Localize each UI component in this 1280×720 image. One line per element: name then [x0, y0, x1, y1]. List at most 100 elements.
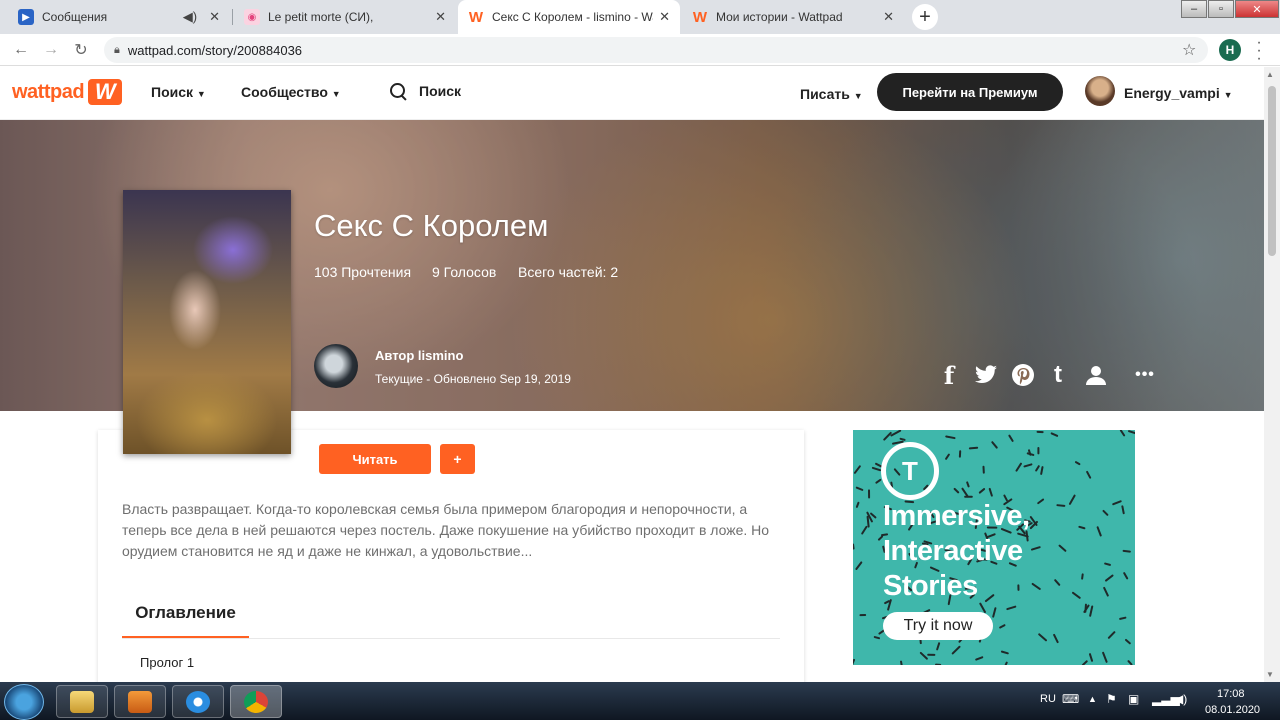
power-icon[interactable]: ▣ — [1128, 692, 1139, 706]
browser-menu-icon[interactable]: · · · — [1254, 35, 1264, 67]
browser-profile-avatar[interactable]: H — [1219, 39, 1241, 61]
media-player-taskbar-icon[interactable] — [114, 685, 166, 718]
site-search[interactable]: Поиск — [389, 82, 461, 100]
write-label: Писать — [800, 86, 850, 102]
bookmark-star-icon[interactable]: ☆ — [1182, 40, 1196, 60]
search-label: Поиск — [419, 83, 462, 99]
back-arrow-icon[interactable]: ← — [10, 39, 32, 61]
window-close-icon[interactable]: ✕ — [1235, 0, 1279, 18]
reload-icon[interactable]: ↻ — [70, 39, 92, 61]
keyboard-icon[interactable]: ⌨ — [1062, 692, 1079, 706]
ad-confetti-dash — [1096, 526, 1102, 537]
chevron-down-icon: ▼ — [196, 89, 206, 99]
write-dropdown[interactable]: Писать ▼ — [800, 86, 863, 102]
speaker-mute-icon[interactable]: ◀) — [183, 9, 197, 25]
lock-icon: 🔒︎ — [114, 43, 120, 56]
chevron-down-icon: ▼ — [331, 89, 341, 99]
chapter-link[interactable]: Пролог 1 — [140, 655, 194, 670]
ad-confetti-dash — [979, 602, 986, 613]
search-icon — [389, 82, 407, 100]
clock-time[interactable]: 17:08 — [1217, 688, 1245, 700]
scroll-up-icon[interactable]: ▲ — [1266, 70, 1274, 79]
premium-button[interactable]: Перейти на Премиум — [877, 73, 1063, 111]
close-icon[interactable]: ✕ — [659, 9, 670, 25]
ad-confetti-dash — [945, 453, 950, 460]
browser-tab-le-petit-morte[interactable]: ◉ Le petit morte (СИ), ✕ — [234, 2, 456, 32]
ad-confetti-dash — [1053, 633, 1059, 644]
reads-count: 103 Прочтения — [314, 264, 412, 280]
facebook-icon[interactable]: f — [940, 361, 958, 390]
scroll-thumb[interactable] — [1268, 86, 1276, 256]
maximize-icon[interactable]: ▫ — [1208, 0, 1234, 18]
ad-confetti-dash — [1071, 591, 1081, 599]
start-button-icon[interactable] — [4, 684, 44, 720]
minimize-icon[interactable]: – — [1181, 0, 1207, 18]
ad-confetti-dash — [1122, 549, 1131, 553]
author-link[interactable]: Автор lismino — [375, 348, 463, 363]
tray-expand-icon[interactable]: ▲ — [1088, 694, 1097, 704]
parts-count: Всего частей: 2 — [518, 264, 619, 280]
ad-confetti-dash — [855, 561, 863, 570]
advertisement-banner[interactable]: T Immersive, Interactive Stories Try it … — [853, 430, 1135, 665]
add-to-library-button[interactable]: + — [440, 444, 475, 474]
ad-confetti-dash — [988, 487, 993, 497]
chevron-down-icon: ▼ — [853, 91, 863, 101]
nav-search-dropdown[interactable]: Поиск ▼ — [151, 84, 206, 100]
user-share-icon[interactable] — [1083, 362, 1109, 388]
forward-arrow-icon[interactable]: → — [40, 39, 62, 61]
ad-try-button[interactable]: Try it now — [883, 612, 993, 640]
nav-community-dropdown[interactable]: Сообщество ▼ — [241, 84, 341, 100]
ad-confetti-dash — [1031, 582, 1041, 590]
ad-confetti-dash — [1112, 500, 1122, 506]
close-icon[interactable]: ✕ — [435, 9, 446, 25]
wattpad-favicon-icon: W — [468, 8, 484, 26]
story-cover-image[interactable] — [123, 190, 291, 454]
tumblr-icon[interactable]: t — [1048, 361, 1068, 388]
ad-confetti-dash — [1058, 544, 1067, 552]
new-tab-button[interactable]: + — [912, 4, 938, 30]
video-favicon-icon: ▶ — [18, 9, 34, 25]
language-indicator[interactable]: RU — [1040, 693, 1056, 705]
user-menu[interactable]: Energy_vampi ▼ — [1124, 85, 1233, 101]
volume-icon[interactable]: ◀) — [1174, 692, 1187, 706]
ad-confetti-dash — [900, 660, 903, 665]
ad-confetti-dash — [1127, 660, 1133, 665]
author-avatar[interactable] — [314, 344, 358, 388]
action-center-flag-icon[interactable]: ⚑ — [1106, 692, 1117, 706]
tab-table-of-contents[interactable]: Оглавление — [122, 601, 249, 639]
browser-tab-messages[interactable]: ▶ Сообщения ◀) ✕ — [8, 2, 230, 32]
browser-tab-story-active[interactable]: W Секс С Королем - lismino - Watt ✕ — [458, 0, 680, 34]
ad-confetti-dash — [1128, 430, 1135, 435]
nav-search-label: Поиск — [151, 84, 194, 100]
twitter-icon[interactable] — [972, 362, 1000, 388]
chrome-taskbar-icon[interactable] — [230, 685, 282, 718]
clock-date[interactable]: 08.01.2020 — [1205, 704, 1260, 716]
ad-confetti-dash — [975, 656, 984, 661]
scroll-down-icon[interactable]: ▼ — [1266, 670, 1274, 679]
ad-confetti-dash — [992, 607, 997, 618]
close-icon[interactable]: ✕ — [209, 9, 220, 25]
tab-title: Секс С Королем - lismino - Watt — [492, 10, 654, 24]
ad-confetti-dash — [1068, 494, 1076, 505]
logo-mark-icon: W — [88, 79, 123, 105]
ad-confetti-dash — [1040, 466, 1044, 475]
ad-confetti-dash — [875, 478, 882, 484]
site-header: wattpad W Поиск ▼ Сообщество ▼ Поиск Пис… — [0, 67, 1264, 120]
ad-confetti-dash — [853, 543, 855, 550]
more-options-icon[interactable]: ••• — [1130, 362, 1160, 388]
ad-confetti-dash — [1056, 504, 1066, 507]
ad-confetti-dash — [861, 525, 868, 535]
internet-explorer-taskbar-icon[interactable] — [172, 685, 224, 718]
avatar[interactable] — [1085, 76, 1115, 106]
close-icon[interactable]: ✕ — [883, 9, 894, 25]
ad-confetti-dash — [951, 645, 961, 655]
ad-confetti-dash — [984, 594, 995, 603]
logo-text: wattpad — [12, 80, 85, 103]
ad-confetti-dash — [1023, 463, 1033, 468]
explorer-taskbar-icon[interactable] — [56, 685, 108, 718]
browser-tab-my-stories[interactable]: W Мои истории - Wattpad ✕ — [682, 2, 904, 32]
wattpad-logo[interactable]: wattpad W — [12, 79, 123, 105]
read-button[interactable]: Читать — [319, 444, 431, 474]
pinterest-icon[interactable] — [1010, 362, 1036, 388]
url-field[interactable]: 🔒︎ wattpad.com/story/200884036 — [104, 37, 1208, 63]
